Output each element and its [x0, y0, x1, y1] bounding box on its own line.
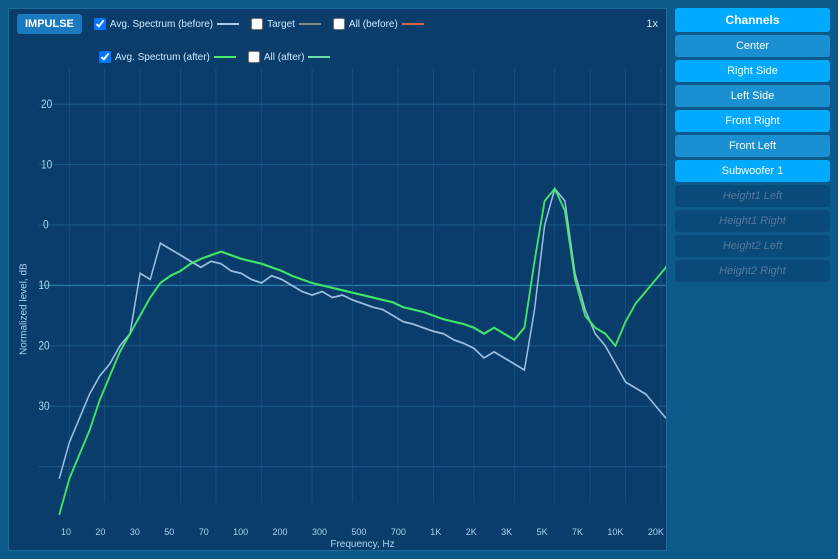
- svg-text:0: 0: [43, 219, 49, 232]
- legend-item-all-before: All (before): [333, 18, 424, 30]
- legend-item-avg-before: Avg. Spectrum (before): [94, 18, 239, 30]
- channel-btn-height1-right: Height1 Right: [675, 210, 830, 232]
- legend-item-avg-after: Avg. Spectrum (after): [99, 51, 236, 63]
- checkbox-target[interactable]: [251, 18, 263, 30]
- checkbox-all-after[interactable]: [248, 51, 260, 63]
- impulse-badge: IMPULSE: [17, 14, 82, 34]
- x-axis-container: 10 20 30 50 70 100 200 300 500 700 1K 2K…: [39, 527, 666, 550]
- channel-btn-front-right[interactable]: Front Right: [675, 110, 830, 132]
- checkbox-avg-after[interactable]: [99, 51, 111, 63]
- svg-text:-10: -10: [39, 279, 50, 292]
- legend-item-all-after: All (after): [248, 51, 331, 63]
- zoom-label: 1x: [646, 18, 658, 30]
- x-axis-title: Frequency, Hz: [61, 539, 664, 550]
- svg-text:-30: -30: [39, 400, 50, 413]
- channel-btn-height1-left: Height1 Left: [675, 185, 830, 207]
- line-all-before: [402, 23, 424, 25]
- channels-header: Channels: [675, 8, 830, 32]
- line-avg-before: [217, 23, 239, 25]
- legend-item-target: Target: [251, 18, 321, 30]
- channel-btn-front-left[interactable]: Front Left: [675, 135, 830, 157]
- chart-plot: 20 10 0 -10 -20 -30: [39, 68, 666, 527]
- channel-btn-subwoofer1[interactable]: Subwoofer 1: [675, 160, 830, 182]
- channel-btn-height2-right: Height2 Right: [675, 260, 830, 282]
- legend-bar: IMPULSE Avg. Spectrum (before) Target Al…: [9, 9, 666, 68]
- channel-btn-right-side[interactable]: Right Side: [675, 60, 830, 82]
- svg-text:10: 10: [41, 158, 52, 171]
- svg-text:20: 20: [41, 98, 52, 111]
- chart-svg: 20 10 0 -10 -20 -30: [39, 68, 666, 527]
- checkbox-all-before[interactable]: [333, 18, 345, 30]
- line-target: [299, 23, 321, 25]
- channel-btn-left-side[interactable]: Left Side: [675, 85, 830, 107]
- y-axis-label: Normalized level, dB: [9, 68, 39, 550]
- svg-text:-20: -20: [39, 340, 50, 353]
- main-container: IMPULSE Avg. Spectrum (before) Target Al…: [0, 0, 838, 559]
- chart-area: IMPULSE Avg. Spectrum (before) Target Al…: [8, 8, 667, 551]
- channel-btn-center[interactable]: Center: [675, 35, 830, 57]
- right-panel: Channels Center Right Side Left Side Fro…: [675, 8, 830, 551]
- chart-body: Normalized level, dB 20: [9, 68, 666, 550]
- line-all-after: [308, 56, 330, 58]
- line-avg-after: [214, 56, 236, 58]
- channel-btn-height2-left: Height2 Left: [675, 235, 830, 257]
- checkbox-avg-before[interactable]: [94, 18, 106, 30]
- x-tick-labels: 10 20 30 50 70 100 200 300 500 700 1K 2K…: [61, 527, 664, 537]
